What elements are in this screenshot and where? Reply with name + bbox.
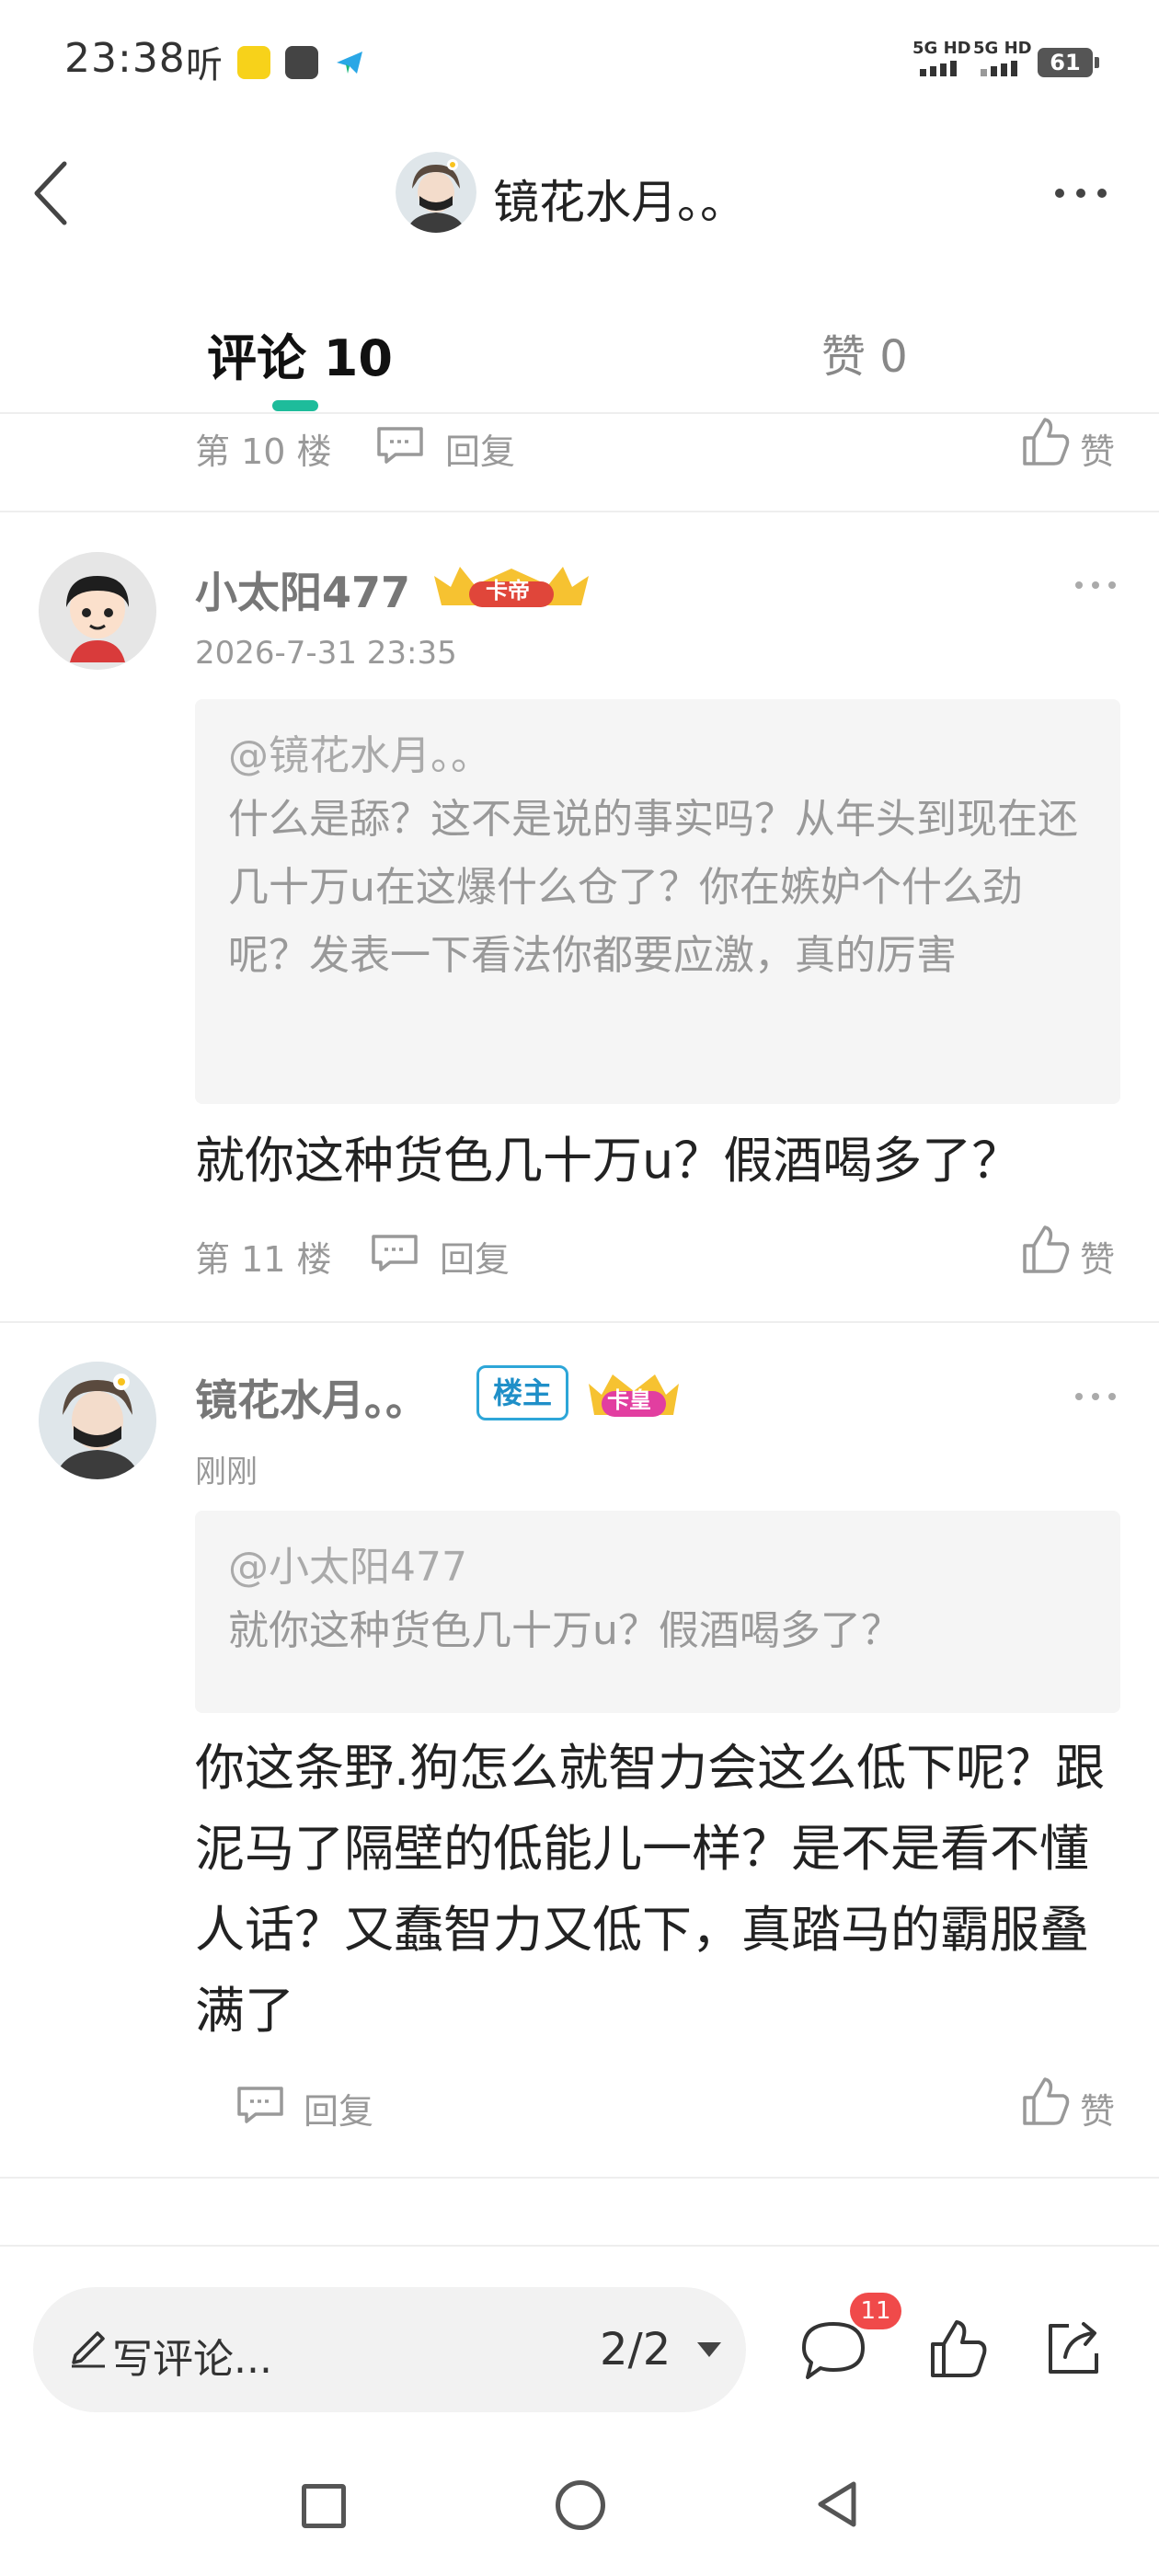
status-time: 23:38 [64, 35, 186, 82]
thumbs-up-icon[interactable] [1019, 2074, 1071, 2129]
page-indicator[interactable]: 2/2 [600, 2324, 671, 2375]
reply-bubble-icon[interactable] [373, 423, 427, 467]
network-label-2: 5G HD [973, 39, 1032, 58]
quoted-comment[interactable]: @镜花水月。。 什么是舔？这不是说的事实吗？从年头到现在还几十万u在这爆什么仓了… [195, 699, 1120, 1104]
quote-text: 就你这种货色几十万u？假酒喝多了？ [228, 1607, 901, 1654]
like-button[interactable]: 赞 [1080, 423, 1115, 474]
comment-12-actions: 回复 赞 [0, 2074, 1159, 2138]
comment-10-actions: 第 10 楼 回复 赞 [0, 414, 1159, 478]
avatar[interactable] [39, 552, 156, 670]
comment-time: 刚刚 [195, 1454, 258, 1490]
share-icon[interactable] [1041, 2317, 1104, 2379]
comment-11-actions: 第 11 楼 回复 赞 [0, 1222, 1159, 1286]
network-label-1: 5G HD [912, 39, 971, 58]
status-bar: 23:38 听 5G HD 5G HD 61 [0, 0, 1159, 120]
thumbs-up-icon[interactable] [927, 2317, 988, 2381]
page-title: 镜花水月。。 [493, 176, 746, 229]
thumbs-up-icon[interactable] [1019, 1222, 1071, 1277]
user-name[interactable]: 镜花水月。。 [195, 1367, 428, 1428]
mail-notification-icon [285, 46, 318, 79]
reply-button[interactable]: 回复 [304, 2083, 373, 2133]
divider [0, 511, 1159, 512]
comment-count-badge: 11 [850, 2293, 901, 2329]
comment-body: 你这条野.狗怎么就智力会这么低下呢？跟泥马了隔壁的低能儿一样？是不是看不懂人话？… [195, 1739, 1106, 2040]
reply-bubble-icon[interactable] [368, 1231, 421, 1275]
op-badge: 楼主 [476, 1365, 568, 1420]
status-extra-text: 听 [186, 44, 223, 86]
top-bar: 镜花水月。。 [0, 120, 1159, 267]
tab-likes[interactable]: 赞 0 [821, 320, 908, 385]
divider [0, 1321, 1159, 1323]
more-dots-icon[interactable] [1049, 175, 1113, 212]
quoted-comment[interactable]: @小太阳477 就你这种货色几十万u？假酒喝多了？ [195, 1511, 1120, 1713]
like-button[interactable]: 赞 [1080, 2083, 1115, 2133]
divider [0, 2177, 1159, 2179]
send-notification-icon [333, 46, 366, 79]
write-comment-input[interactable]: 写评论... 2/2 [33, 2287, 746, 2412]
tab-comments[interactable]: 评论 10 [207, 317, 393, 390]
write-comment-placeholder: 写评论... [112, 2336, 272, 2383]
chevron-left-icon[interactable] [26, 156, 81, 230]
header-avatar[interactable] [396, 152, 476, 233]
thumbs-up-icon[interactable] [1019, 414, 1071, 469]
user-name[interactable]: 小太阳477 [195, 559, 410, 620]
battery-indicator: 61 [1038, 48, 1099, 77]
quote-text: 什么是舔？这不是说的事实吗？从年头到现在还几十万u在这爆什么仓了？你在嫉妒个什么… [228, 796, 1078, 979]
comment-body: 就你这种货色几十万u？假酒喝多了？ [195, 1132, 1022, 1190]
floor-label: 第 10 楼 [195, 431, 332, 472]
reply-button[interactable]: 回复 [440, 1231, 510, 1282]
tab-bar: 评论 10 赞 0 [0, 267, 1159, 414]
signal-icon-2 [981, 61, 1017, 76]
reply-button[interactable]: 回复 [445, 423, 515, 474]
signal-icon [920, 61, 957, 76]
back-triangle-icon[interactable] [809, 2477, 865, 2532]
recent-apps-icon[interactable] [302, 2484, 346, 2528]
more-dots-icon[interactable] [1072, 576, 1119, 594]
floor-label: 第 11 楼 [195, 1239, 332, 1280]
like-button[interactable]: 赞 [1080, 1231, 1115, 1282]
more-dots-icon[interactable] [1072, 1387, 1119, 1406]
quote-mention: @小太阳477 [228, 1544, 467, 1591]
avatar[interactable] [39, 1362, 156, 1479]
bottom-action-bar: 写评论... 2/2 11 [0, 2245, 1159, 2429]
home-icon[interactable] [556, 2480, 605, 2530]
system-nav-bar [0, 2429, 1159, 2576]
pen-icon [72, 2331, 105, 2368]
dropdown-arrow-icon[interactable] [695, 2340, 723, 2359]
reply-bubble-icon[interactable] [234, 2083, 287, 2127]
level-badge-text: 卡皇 [607, 1387, 651, 1413]
comment-time: 2026-7-31 23:35 [195, 635, 457, 672]
level-badge-text: 卡帝 [486, 578, 530, 604]
comment-bubble-icon[interactable] [798, 2318, 868, 2383]
quote-mention: @镜花水月。。 [228, 732, 491, 779]
tab-active-indicator [272, 400, 318, 411]
app-notification-icon [237, 46, 270, 79]
